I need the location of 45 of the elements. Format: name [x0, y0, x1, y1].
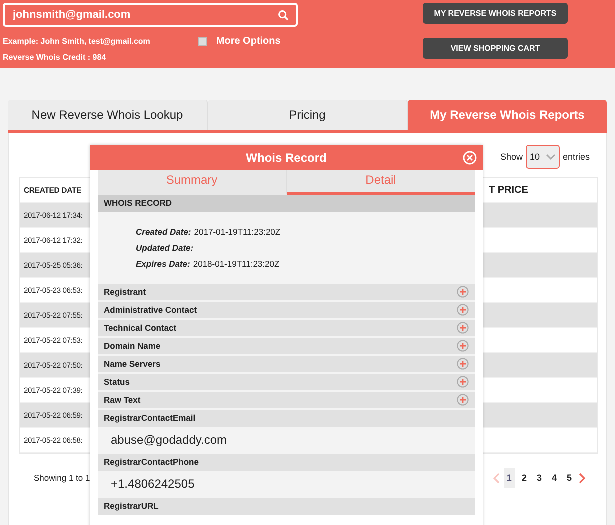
chevron-right-icon[interactable] [579, 472, 586, 484]
plus-circle-icon [457, 394, 469, 406]
field-label: RegistrarContactEmail [98, 410, 475, 427]
page-link[interactable]: 5 [564, 468, 575, 488]
accordion-row[interactable]: Registrant [98, 284, 475, 300]
field-value: abuse@godaddy.com [110, 432, 228, 449]
search-icon [278, 10, 289, 21]
accordion-row[interactable]: Name Servers [98, 356, 475, 372]
page-link[interactable]: 3 [534, 468, 545, 488]
close-icon[interactable] [463, 151, 477, 165]
plus-circle-icon [457, 286, 469, 298]
header-button[interactable]: VIEW SHOPPING CART [423, 38, 568, 59]
plus-circle-icon [457, 376, 469, 388]
nav-tab[interactable]: New Reverse Whois Lookup [8, 100, 208, 130]
date-line: Expires Date: 2018-01-19T11:23:20Z [136, 259, 281, 271]
plus-circle-icon [457, 358, 469, 370]
accordion-row[interactable]: Administrative Contact [98, 302, 475, 318]
dialog-title: Whois Record [246, 150, 327, 164]
plus-circle-icon [457, 340, 469, 352]
accordion-row[interactable]: Domain Name [98, 338, 475, 354]
chevron-down-icon [546, 154, 556, 160]
accordion-row[interactable]: Raw Text [98, 392, 475, 408]
plus-circle-icon [457, 322, 469, 334]
date-line: Created Date: 2017-01-19T11:23:20Z [136, 227, 282, 239]
field-value: +1.4806242505 [110, 476, 196, 493]
page-link[interactable]: 1 [504, 468, 515, 488]
plus-circle-icon [457, 304, 469, 316]
page-link[interactable]: 2 [518, 468, 530, 488]
accordion-row[interactable]: Status [98, 374, 475, 390]
date-line: Updated Date: [136, 243, 195, 255]
showing-text: Showing 1 to 1 [34, 473, 90, 483]
entries-label: entries [562, 152, 590, 162]
accordion-row[interactable]: Technical Contact [98, 320, 475, 336]
column-header: T PRICE [488, 184, 530, 196]
field-label: RegistrarContactPhone [98, 454, 475, 471]
example-hint: Example: John Smith, test@gmail.com [3, 36, 150, 46]
show-label: Show [500, 152, 523, 162]
page-link[interactable]: 4 [548, 468, 560, 488]
entries-select[interactable]: 10 [526, 144, 560, 168]
field-label: RegistrarURL [98, 498, 475, 515]
header-button[interactable]: MY REVERSE WHOIS REPORTS [423, 3, 568, 24]
nav-tab[interactable]: Pricing [208, 100, 408, 130]
credit-text: Reverse Whois Credit : 984 [3, 53, 108, 62]
more-options-checkbox[interactable] [198, 36, 208, 46]
section-header: WHOIS RECORD [98, 195, 475, 212]
